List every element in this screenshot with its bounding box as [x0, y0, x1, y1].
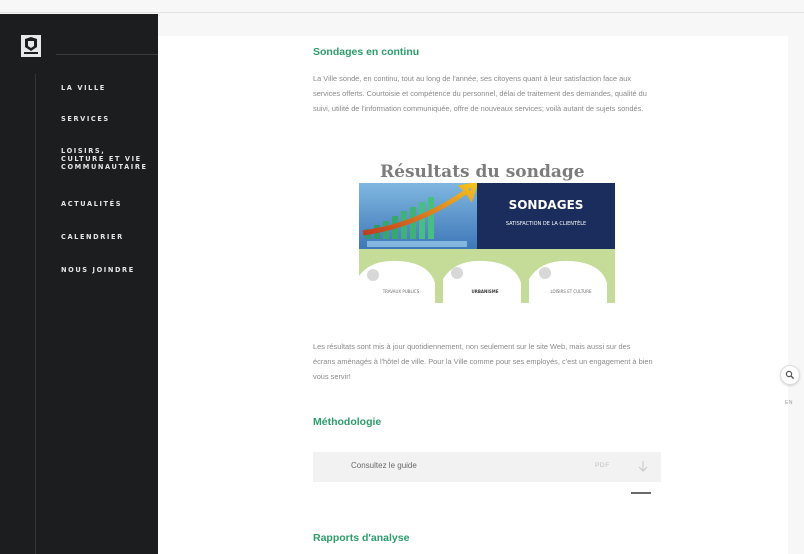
- guide-download-row[interactable]: Consultez le guide PDF: [313, 452, 661, 494]
- download-icon[interactable]: [636, 459, 650, 475]
- search-icon: [785, 370, 795, 380]
- sidebar-divider: [56, 54, 158, 55]
- banner-title: SONDAGES: [509, 198, 584, 212]
- nav-item-loisirs[interactable]: Loisirs, culture et vie communautaire: [61, 147, 153, 171]
- nav-item-la-ville[interactable]: La Ville: [61, 84, 153, 92]
- nav-item-nous-joindre[interactable]: Nous joindre: [61, 266, 153, 274]
- results-banner[interactable]: SONDAGES SATISFACTION DE LA CLIENTÈLE TR…: [357, 181, 615, 303]
- sidebar-guide-line: [35, 74, 36, 554]
- results-title: Résultats du sondage: [380, 162, 585, 182]
- section-text-sondages: La Ville sonde, en continu, tout au long…: [313, 74, 647, 113]
- main-content: Sondages en continu La Ville sonde, en c…: [158, 36, 788, 554]
- card-label-loisirs: LOISIRS ET CULTURE: [550, 289, 592, 294]
- nav-item-services[interactable]: Services: [61, 115, 153, 123]
- section-title-rapports: Rapports d'analyse: [313, 532, 410, 544]
- top-border: [0, 12, 804, 13]
- sidebar: La Ville Services Loisirs, culture et vi…: [0, 14, 158, 554]
- search-button[interactable]: [780, 365, 800, 385]
- section-title-sondages: Sondages en continu: [313, 46, 420, 58]
- nav-item-actualites[interactable]: Actualités: [61, 200, 153, 208]
- card-label-urbanisme: URBANISME: [472, 289, 499, 294]
- section-text-resultats: Les résultats sont mis à jour quotidienn…: [313, 342, 653, 381]
- banner-subtitle: SATISFACTION DE LA CLIENTÈLE: [506, 219, 586, 227]
- language-switch[interactable]: EN: [785, 400, 793, 406]
- section-title-methodologie: Méthodologie: [313, 416, 382, 428]
- download-underline: [631, 492, 651, 494]
- nav-item-calendrier[interactable]: Calendrier: [61, 233, 153, 241]
- city-logo[interactable]: [21, 35, 41, 57]
- card-label-travaux: TRAVAUX PUBLICS: [382, 289, 420, 294]
- guide-filetype: PDF: [595, 462, 610, 469]
- guide-label: Consultez le guide: [351, 461, 417, 470]
